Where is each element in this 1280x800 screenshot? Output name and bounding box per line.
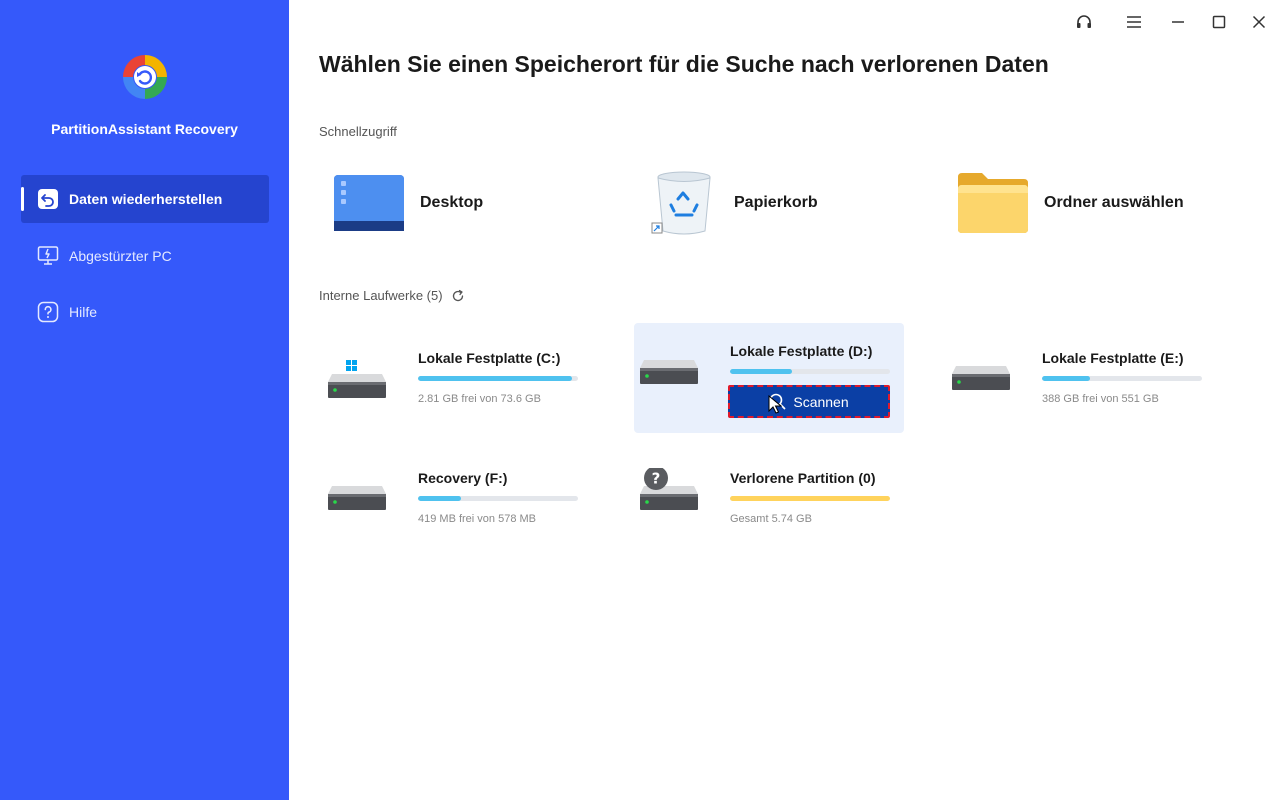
refresh-icon[interactable]: [451, 289, 465, 303]
nav-label: Abgestürzter PC: [69, 248, 172, 264]
mouse-cursor-icon: [768, 394, 783, 420]
drive-d[interactable]: Lokale Festplatte (D:) Scannen: [634, 323, 904, 433]
nav-label: Daten wiederherstellen: [69, 191, 223, 207]
drive-usage-bar: [730, 496, 890, 501]
drive-usage-fill: [1042, 376, 1090, 381]
help-icon: [37, 301, 59, 323]
restore-icon: [37, 188, 59, 210]
drive-d-icon: [640, 348, 700, 400]
nav-item-crashed-pc[interactable]: Abgestürzter PC: [21, 232, 269, 280]
drive-f-icon: [328, 468, 388, 520]
nav-item-help[interactable]: Hilfe: [21, 288, 269, 336]
drive-name: Lokale Festplatte (D:): [730, 343, 873, 359]
internal-drives-label: Interne Laufwerke (5): [319, 288, 465, 303]
scan-button-label: Scannen: [793, 393, 849, 410]
drive-usage-fill: [730, 369, 793, 374]
drive-c-icon: [328, 348, 388, 400]
drive-f[interactable]: Recovery (F:) 419 MB frei von 578 MB: [322, 450, 592, 560]
drive-usage-fill: [418, 376, 572, 381]
drive-usage-fill: [730, 496, 890, 501]
folder-icon: [956, 166, 1030, 240]
quick-access-label: Schnellzugriff: [319, 124, 397, 139]
crashed-pc-icon: [37, 245, 59, 267]
scan-button[interactable]: Scannen: [728, 385, 890, 418]
drive-e[interactable]: Lokale Festplatte (E:) 388 GB frei von 5…: [946, 330, 1216, 440]
quick-access-recycle-bin[interactable]: Papierkorb: [646, 166, 926, 240]
sidebar: PartitionAssistant Recovery Daten wieder…: [0, 0, 289, 800]
quick-access-label-desktop: Desktop: [420, 194, 484, 211]
lost-partition[interactable]: ? Verlorene Partition (0) Gesamt 5.74 GB: [634, 450, 904, 560]
close-icon[interactable]: [1247, 10, 1271, 34]
recycle-bin-icon: [646, 166, 720, 240]
nav-label: Hilfe: [69, 304, 98, 320]
page-title: Wählen Sie einen Speicherort für die Suc…: [319, 51, 1049, 77]
drive-info: Gesamt 5.74 GB: [730, 513, 812, 525]
drive-info: 2.81 GB frei von 73.6 GB: [418, 393, 541, 405]
drive-info: 388 GB frei von 551 GB: [1042, 393, 1159, 405]
minimize-icon[interactable]: [1166, 10, 1190, 34]
drive-usage-bar: [418, 496, 578, 501]
menu-icon[interactable]: [1122, 10, 1146, 34]
drive-e-icon: [952, 348, 1012, 400]
quick-access-label-select-folder: Ordner auswählen: [1044, 194, 1184, 211]
quick-access-label-recycle-bin: Papierkorb: [734, 194, 818, 211]
app-logo-icon: [120, 52, 170, 102]
drive-usage-bar: [418, 376, 578, 381]
drive-name: Lokale Festplatte (E:): [1042, 350, 1184, 366]
drive-usage-fill: [418, 496, 462, 501]
support-headset-icon[interactable]: [1072, 10, 1096, 34]
drive-name: Lokale Festplatte (C:): [418, 350, 561, 366]
nav-item-data-recovery[interactable]: Daten wiederherstellen: [21, 175, 269, 223]
drive-usage-bar: [1042, 376, 1202, 381]
drive-usage-bar: [730, 369, 890, 374]
drive-name: Recovery (F:): [418, 470, 508, 486]
drive-c[interactable]: Lokale Festplatte (C:) 2.81 GB frei von …: [322, 330, 592, 440]
quick-access-desktop[interactable]: Desktop: [332, 166, 612, 240]
desktop-icon: [332, 166, 406, 240]
maximize-icon[interactable]: [1207, 10, 1231, 34]
app-name: PartitionAssistant Recovery: [51, 121, 238, 137]
drive-info: 419 MB frei von 578 MB: [418, 513, 537, 525]
internal-drives-text: Interne Laufwerke (5): [319, 288, 443, 303]
lost-partition-icon: ?: [640, 466, 700, 520]
quick-access-select-folder[interactable]: Ordner auswählen: [956, 166, 1236, 240]
drive-name: Verlorene Partition (0): [730, 470, 876, 486]
svg-text:?: ?: [652, 470, 661, 488]
